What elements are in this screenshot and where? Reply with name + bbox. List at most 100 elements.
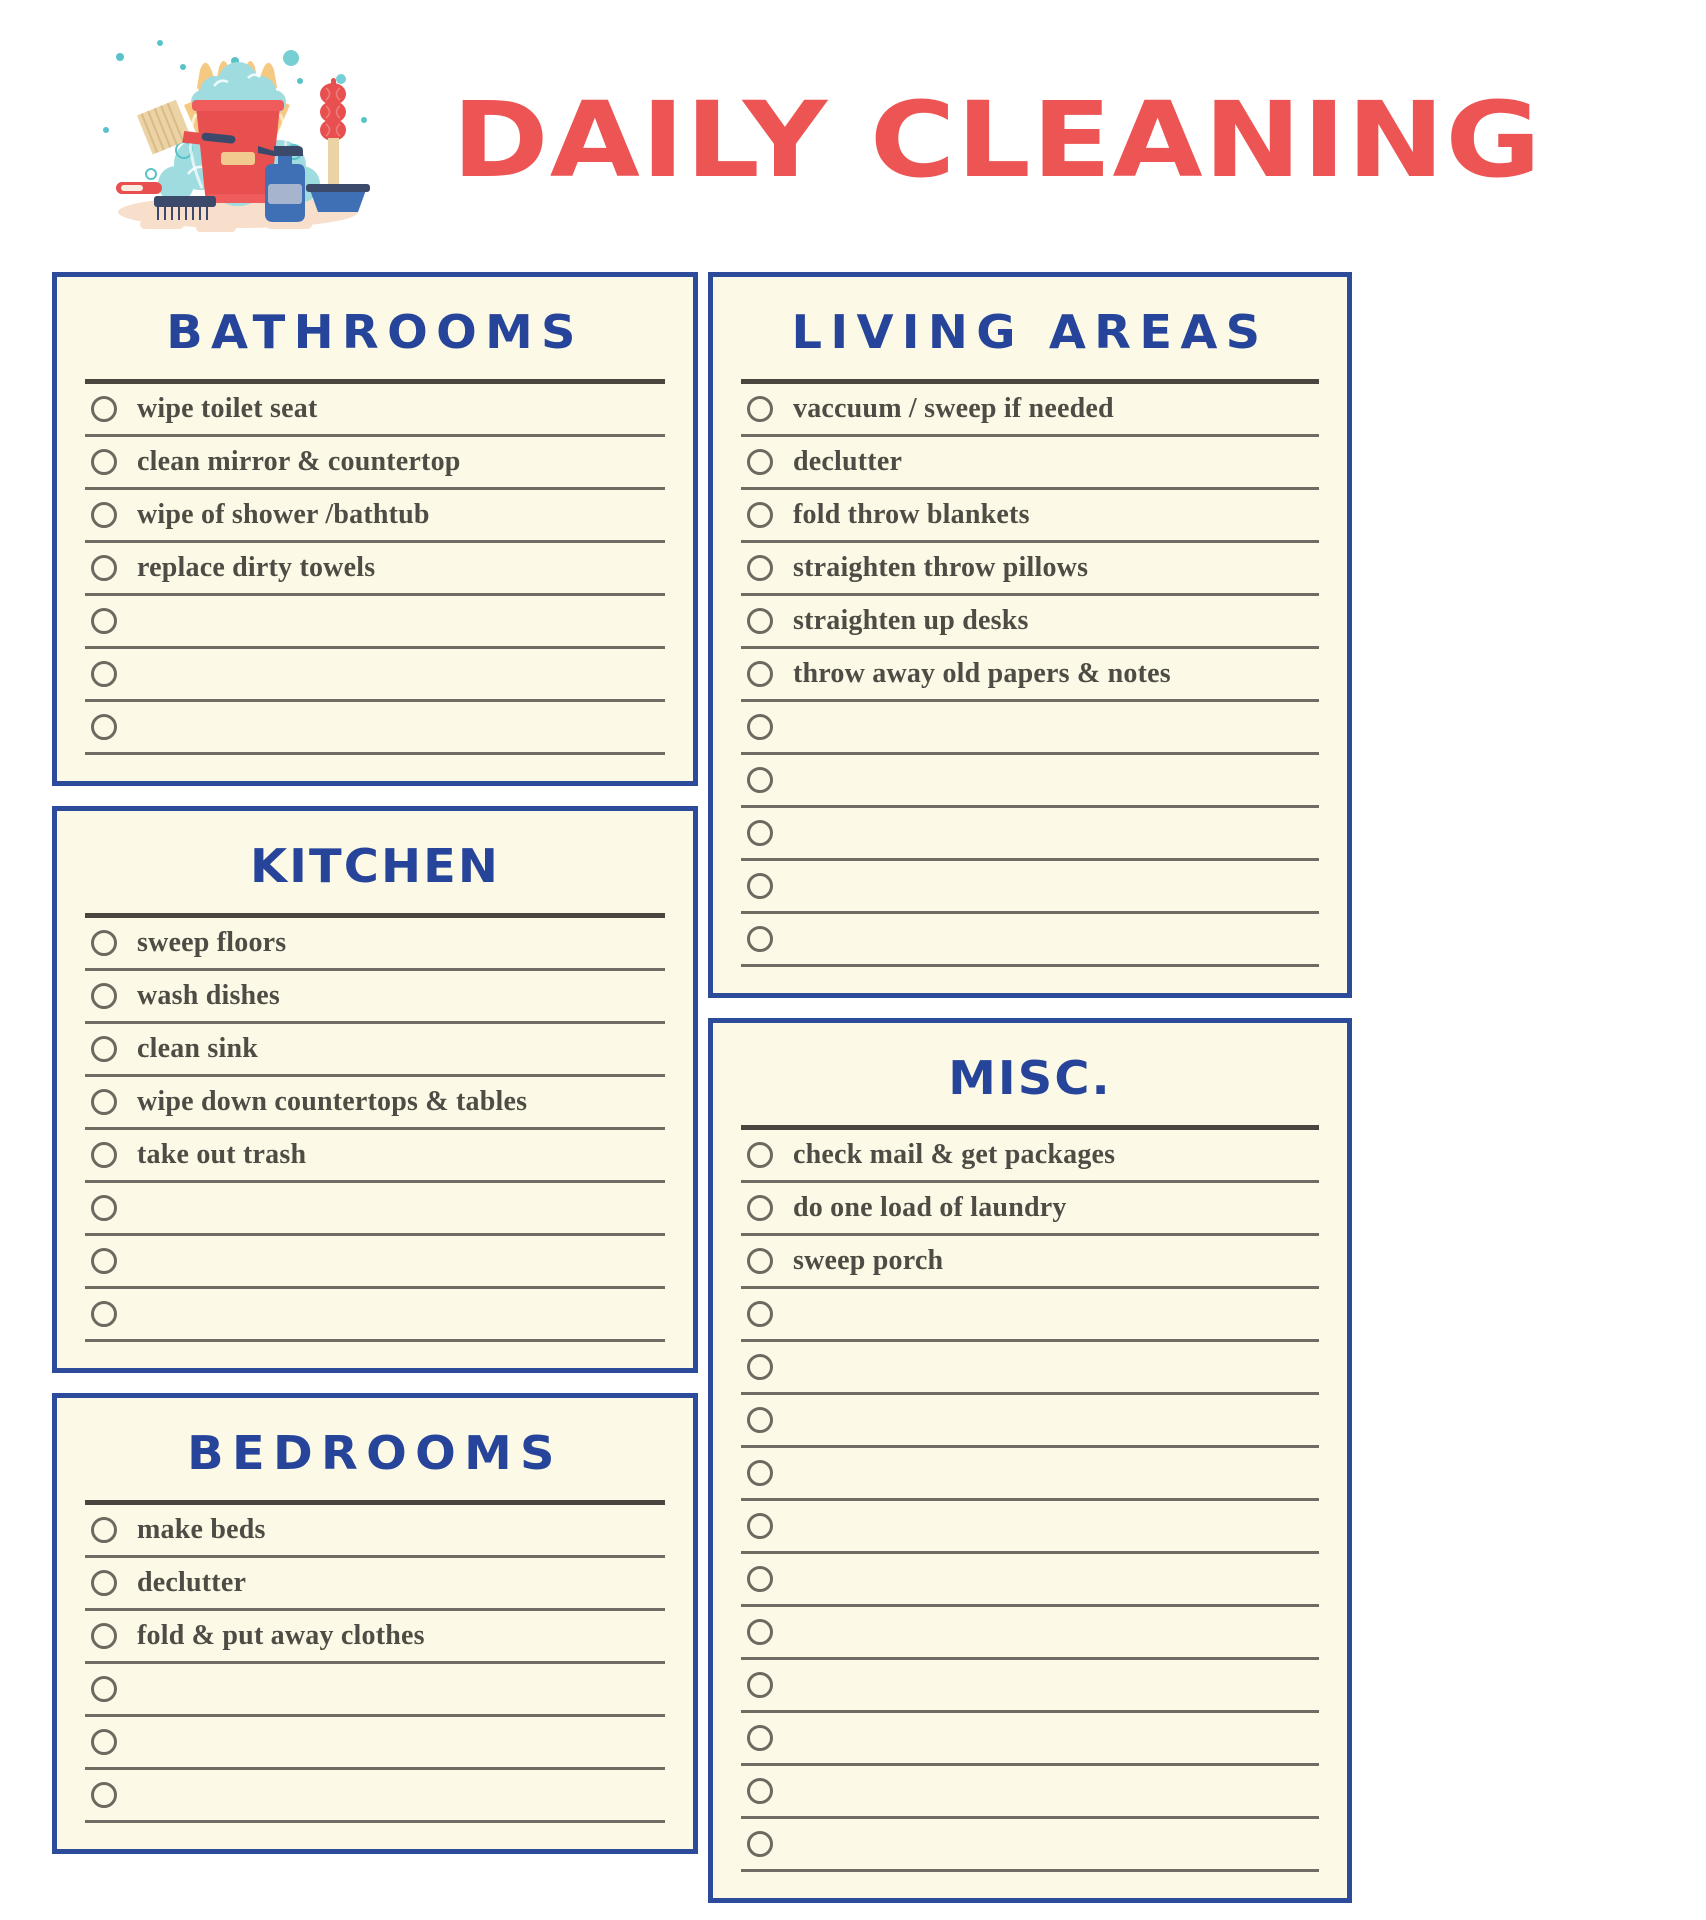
checkbox-circle-icon[interactable] [91, 608, 117, 634]
checkbox-circle-icon[interactable] [91, 1729, 117, 1755]
checkbox-circle-icon[interactable] [747, 820, 773, 846]
checklist-row-blank[interactable] [741, 1554, 1319, 1607]
checklist-row[interactable]: straighten throw pillows [741, 543, 1319, 596]
checkbox-circle-icon[interactable] [91, 1623, 117, 1649]
checklist-row-blank[interactable] [741, 1289, 1319, 1342]
checkbox-circle-icon[interactable] [91, 983, 117, 1009]
checkbox-circle-icon[interactable] [747, 555, 773, 581]
checkbox-circle-icon[interactable] [747, 1142, 773, 1168]
checklist-row-blank[interactable] [85, 1183, 665, 1236]
daily-cleaning-checklist-page: DAILY CLEANING BATHROOMS wipe toilet sea… [0, 0, 1706, 1920]
checkbox-circle-icon[interactable] [91, 1142, 117, 1168]
checklist-row-blank[interactable] [741, 702, 1319, 755]
checklist-row-blank[interactable] [85, 702, 665, 755]
checkbox-circle-icon[interactable] [91, 1517, 117, 1543]
checklist-row-blank[interactable] [741, 1501, 1319, 1554]
checklist-row[interactable]: wipe down countertops & tables [85, 1077, 665, 1130]
checklist-row-blank[interactable] [85, 1236, 665, 1289]
checkbox-circle-icon[interactable] [747, 1831, 773, 1857]
checkbox-circle-icon[interactable] [747, 1195, 773, 1221]
checklist-row-blank[interactable] [85, 596, 665, 649]
checklist-row[interactable]: straighten up desks [741, 596, 1319, 649]
checkbox-circle-icon[interactable] [747, 1354, 773, 1380]
checklist-row[interactable]: throw away old papers & notes [741, 649, 1319, 702]
checklist-row[interactable]: make beds [85, 1505, 665, 1558]
checkbox-circle-icon[interactable] [747, 661, 773, 687]
checklist-row-blank[interactable] [741, 1395, 1319, 1448]
checklist-row-blank[interactable] [741, 1713, 1319, 1766]
checkbox-circle-icon[interactable] [91, 1782, 117, 1808]
checkbox-circle-icon[interactable] [91, 930, 117, 956]
checklist-row-blank[interactable] [85, 1289, 665, 1342]
checklist-row-blank[interactable] [85, 1664, 665, 1717]
checklist-row[interactable]: declutter [85, 1558, 665, 1611]
checklist-row[interactable]: fold throw blankets [741, 490, 1319, 543]
checkbox-circle-icon[interactable] [91, 1570, 117, 1596]
checklist-row[interactable]: do one load of laundry [741, 1183, 1319, 1236]
checkbox-circle-icon[interactable] [747, 873, 773, 899]
checkbox-circle-icon[interactable] [91, 502, 117, 528]
checklist-row[interactable]: check mail & get packages [741, 1130, 1319, 1183]
checkbox-circle-icon[interactable] [747, 926, 773, 952]
checklist-row-blank[interactable] [741, 1448, 1319, 1501]
checkbox-circle-icon[interactable] [91, 1301, 117, 1327]
checklist-row[interactable]: sweep floors [85, 918, 665, 971]
checkbox-circle-icon[interactable] [91, 661, 117, 687]
checklist-row[interactable]: replace dirty towels [85, 543, 665, 596]
checklist-row-blank[interactable] [85, 649, 665, 702]
checkbox-circle-icon[interactable] [91, 1676, 117, 1702]
checklist-item-label: declutter [793, 446, 903, 477]
checkbox-circle-icon[interactable] [747, 502, 773, 528]
checkbox-circle-icon[interactable] [747, 1460, 773, 1486]
checkbox-circle-icon[interactable] [747, 449, 773, 475]
checklist-row[interactable]: wipe of shower /bathtub [85, 490, 665, 543]
checklist-row[interactable]: vaccuum / sweep if needed [741, 384, 1319, 437]
section-kitchen: KITCHEN sweep floors wash dishes clean s… [52, 806, 698, 1373]
checkbox-circle-icon[interactable] [747, 1248, 773, 1274]
checklist-row-blank[interactable] [741, 755, 1319, 808]
checkbox-circle-icon[interactable] [747, 1672, 773, 1698]
checkbox-circle-icon[interactable] [747, 1778, 773, 1804]
checklist-row-blank[interactable] [741, 808, 1319, 861]
checklist-row-blank[interactable] [741, 1342, 1319, 1395]
checkbox-circle-icon[interactable] [91, 1195, 117, 1221]
checkbox-circle-icon[interactable] [747, 1301, 773, 1327]
checklist-row-blank[interactable] [741, 1766, 1319, 1819]
checklist-row-blank[interactable] [85, 1770, 665, 1823]
checkbox-circle-icon[interactable] [91, 555, 117, 581]
checkbox-circle-icon[interactable] [747, 608, 773, 634]
checkbox-circle-icon[interactable] [747, 396, 773, 422]
cleaning-supplies-illustration [88, 34, 388, 234]
checklist-row[interactable]: clean mirror & countertop [85, 437, 665, 490]
checklist-row[interactable]: take out trash [85, 1130, 665, 1183]
checklist-row[interactable]: wash dishes [85, 971, 665, 1024]
checkbox-circle-icon[interactable] [747, 1725, 773, 1751]
checklist-row-blank[interactable] [85, 1717, 665, 1770]
checkbox-circle-icon[interactable] [91, 1089, 117, 1115]
checkbox-circle-icon[interactable] [747, 1407, 773, 1433]
checkbox-circle-icon[interactable] [747, 714, 773, 740]
checkbox-circle-icon[interactable] [91, 1036, 117, 1062]
checkbox-circle-icon[interactable] [91, 396, 117, 422]
checklist-row[interactable]: declutter [741, 437, 1319, 490]
checkbox-circle-icon[interactable] [91, 1248, 117, 1274]
checklist-row-blank[interactable] [741, 914, 1319, 967]
checkbox-circle-icon[interactable] [91, 449, 117, 475]
checklist-row[interactable]: sweep porch [741, 1236, 1319, 1289]
checklist-row-blank[interactable] [741, 861, 1319, 914]
checkbox-circle-icon[interactable] [747, 1566, 773, 1592]
checkbox-circle-icon[interactable] [747, 1513, 773, 1539]
checkbox-circle-icon[interactable] [747, 767, 773, 793]
checklist-row[interactable]: clean sink [85, 1024, 665, 1077]
checklist-row-blank[interactable] [741, 1607, 1319, 1660]
checkbox-circle-icon[interactable] [91, 714, 117, 740]
checklist-row-blank[interactable] [741, 1660, 1319, 1713]
checklist-row[interactable]: wipe toilet seat [85, 384, 665, 437]
checklist-row[interactable]: fold & put away clothes [85, 1611, 665, 1664]
checklist-row-blank[interactable] [741, 1819, 1319, 1872]
section-title-living-areas: LIVING AREAS [791, 305, 1269, 359]
page-title: DAILY CLEANING [452, 79, 1543, 201]
checkbox-circle-icon[interactable] [747, 1619, 773, 1645]
section-bedrooms: BEDROOMS make beds declutter fold & put … [52, 1393, 698, 1854]
page-header: DAILY CLEANING [0, 0, 1706, 268]
